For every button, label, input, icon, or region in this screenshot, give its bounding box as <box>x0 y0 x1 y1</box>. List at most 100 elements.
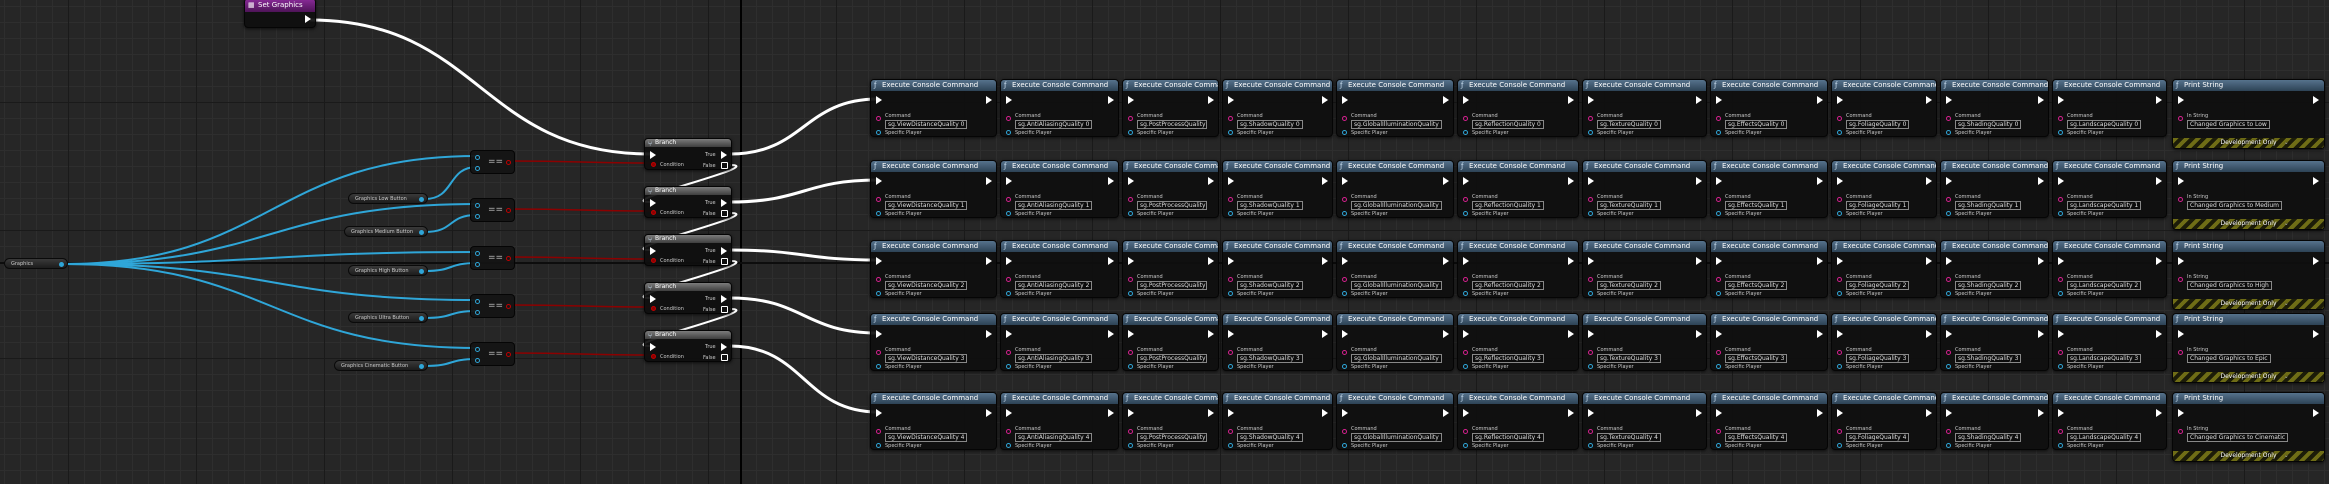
in-string-value-field[interactable]: Changed Graphics to Cinematic <box>2187 433 2289 442</box>
exec-out-pin[interactable] <box>1108 257 1114 265</box>
specific-player-pin[interactable] <box>2058 211 2063 216</box>
console-command-node[interactable]: ƒ Execute Console Command Command sg.Effect… <box>1710 240 1828 298</box>
in-string-pin[interactable] <box>2178 429 2183 434</box>
in-string-value-field[interactable]: Changed Graphics to Epic <box>2187 354 2271 363</box>
console-command-node[interactable]: ƒ Execute Console Command Command sg.Textur… <box>1582 392 1707 450</box>
command-pin[interactable] <box>1342 197 1347 202</box>
branch-false-pin[interactable] <box>721 258 728 265</box>
exec-in-pin[interactable] <box>1128 257 1134 265</box>
exec-out-pin[interactable] <box>1817 330 1823 338</box>
exec-in-pin[interactable] <box>1716 330 1722 338</box>
exec-out-pin[interactable] <box>2313 257 2319 265</box>
exec-out-pin[interactable] <box>1443 177 1449 185</box>
command-value-field[interactable]: sg.EffectsQuality 0 <box>1725 120 1788 129</box>
exec-in-pin[interactable] <box>1716 96 1722 104</box>
command-value-field[interactable]: sg.LandscapeQuality 1 <box>2067 201 2142 210</box>
specific-player-pin[interactable] <box>1463 211 1468 216</box>
exec-in-pin[interactable] <box>2058 257 2064 265</box>
specific-player-pin[interactable] <box>1342 291 1347 296</box>
equal-input-a-pin[interactable] <box>475 299 480 304</box>
specific-player-pin[interactable] <box>1588 364 1593 369</box>
console-command-node[interactable]: ƒ Execute Console Command Command sg.Textur… <box>1582 240 1707 298</box>
specific-player-pin[interactable] <box>1837 364 1842 369</box>
exec-out-pin[interactable] <box>1817 96 1823 104</box>
console-command-node[interactable]: ƒ Execute Console Command Commandsg.PostPr… <box>1122 79 1219 137</box>
exec-in-pin[interactable] <box>1837 177 1843 185</box>
equal-input-b-pin[interactable] <box>475 214 480 219</box>
command-pin[interactable] <box>1228 350 1233 355</box>
console-command-node[interactable]: ƒ Execute Console Command Command sg.AntiAl… <box>1000 313 1119 371</box>
command-value-field[interactable]: sg.EffectsQuality 2 <box>1725 281 1788 290</box>
blueprint-graph-canvas[interactable]: ▦ Set Graphics Graphics Graphics Low Butto… <box>0 0 2329 484</box>
command-pin[interactable] <box>1342 116 1347 121</box>
exec-in-pin[interactable] <box>1228 409 1234 417</box>
specific-player-pin[interactable] <box>1588 443 1593 448</box>
exec-in-pin[interactable] <box>2178 330 2184 338</box>
command-pin[interactable] <box>1716 116 1721 121</box>
branch-node[interactable]: ⑂ Branch Condition True False <box>644 282 732 314</box>
exec-in-pin[interactable] <box>1128 177 1134 185</box>
console-command-node[interactable]: ƒ Execute Console Command Command sg.AntiAl… <box>1000 79 1119 137</box>
exec-in-pin[interactable] <box>1228 96 1234 104</box>
console-command-node[interactable]: ƒ Execute Console Command Command sg.Foliag… <box>1831 392 1937 450</box>
exec-out-pin[interactable] <box>1443 257 1449 265</box>
equal-input-a-pin[interactable] <box>475 203 480 208</box>
command-pin[interactable] <box>1837 116 1842 121</box>
exec-out-pin[interactable] <box>2038 330 2044 338</box>
console-command-node[interactable]: ƒ Execute Console Command Command sg.Global… <box>1336 240 1454 298</box>
exec-out-pin[interactable] <box>1322 257 1328 265</box>
specific-player-pin[interactable] <box>1006 130 1011 135</box>
exec-out-pin[interactable] <box>1568 257 1574 265</box>
specific-player-pin[interactable] <box>2058 291 2063 296</box>
specific-player-pin[interactable] <box>1463 291 1468 296</box>
command-value-field[interactable]: sg.PostProcessQuality 3 <box>1137 354 1207 363</box>
branch-condition-pin[interactable] <box>651 258 656 263</box>
exec-in-pin[interactable] <box>1342 330 1348 338</box>
command-pin[interactable] <box>1128 277 1133 282</box>
command-value-field[interactable]: sg.ReflectionQuality 0 <box>1472 120 1544 129</box>
variable-node[interactable]: Graphics <box>4 258 68 269</box>
command-value-field[interactable]: sg.AntiAliasingQuality 4 <box>1015 433 1093 442</box>
exec-in-pin[interactable] <box>2178 96 2184 104</box>
command-value-field[interactable]: sg.ShadingQuality 4 <box>1955 433 2022 442</box>
expand-chevron-icon[interactable]: ⌄ <box>2249 220 2325 235</box>
command-value-field[interactable]: sg.GlobalIlluminationQuality 2 <box>1351 281 1442 290</box>
exec-out-pin[interactable] <box>1322 96 1328 104</box>
console-command-node[interactable]: ƒ Execute Console Command Command sg.Textur… <box>1582 313 1707 371</box>
specific-player-pin[interactable] <box>1588 211 1593 216</box>
exec-out-pin[interactable] <box>2156 177 2162 185</box>
variable-node[interactable]: Graphics Ultra Button <box>348 312 428 323</box>
exec-in-pin[interactable] <box>1006 409 1012 417</box>
command-pin[interactable] <box>1342 429 1347 434</box>
command-pin[interactable] <box>1946 277 1951 282</box>
command-value-field[interactable]: sg.FoliageQuality 2 <box>1846 281 1910 290</box>
command-pin[interactable] <box>1463 197 1468 202</box>
command-pin[interactable] <box>1006 116 1011 121</box>
exec-in-pin[interactable] <box>876 330 882 338</box>
command-pin[interactable] <box>1716 350 1721 355</box>
equal-node[interactable]: == <box>470 150 515 174</box>
variable-node[interactable]: Graphics Medium Button <box>344 226 428 237</box>
exec-out-pin[interactable] <box>1108 409 1114 417</box>
command-value-field[interactable]: sg.ViewDistanceQuality 0 <box>885 120 968 129</box>
exec-out-pin[interactable] <box>2156 330 2162 338</box>
branch-node[interactable]: ⑂ Branch Condition True False <box>644 186 732 218</box>
console-command-node[interactable]: ƒ Execute Console Command Command sg.Effect… <box>1710 392 1828 450</box>
exec-out-pin[interactable] <box>1926 330 1932 338</box>
equal-output-pin[interactable] <box>506 160 511 165</box>
exec-in-pin[interactable] <box>1463 177 1469 185</box>
equal-input-a-pin[interactable] <box>475 155 480 160</box>
specific-player-pin[interactable] <box>1716 291 1721 296</box>
command-pin[interactable] <box>1228 429 1233 434</box>
exec-in-pin[interactable] <box>1837 330 1843 338</box>
command-pin[interactable] <box>1342 350 1347 355</box>
exec-out-pin[interactable] <box>1208 96 1214 104</box>
command-value-field[interactable]: sg.ReflectionQuality 2 <box>1472 281 1544 290</box>
exec-in-pin[interactable] <box>2058 330 2064 338</box>
console-command-node[interactable]: ƒ Execute Console Command Command sg.Textur… <box>1582 160 1707 218</box>
exec-in-pin[interactable] <box>876 177 882 185</box>
command-value-field[interactable]: sg.PostProcessQuality 2 <box>1137 281 1207 290</box>
exec-in-pin[interactable] <box>1128 409 1134 417</box>
console-command-node[interactable]: ƒ Execute Console Command Command sg.AntiAl… <box>1000 392 1119 450</box>
exec-out-pin[interactable] <box>1696 330 1702 338</box>
